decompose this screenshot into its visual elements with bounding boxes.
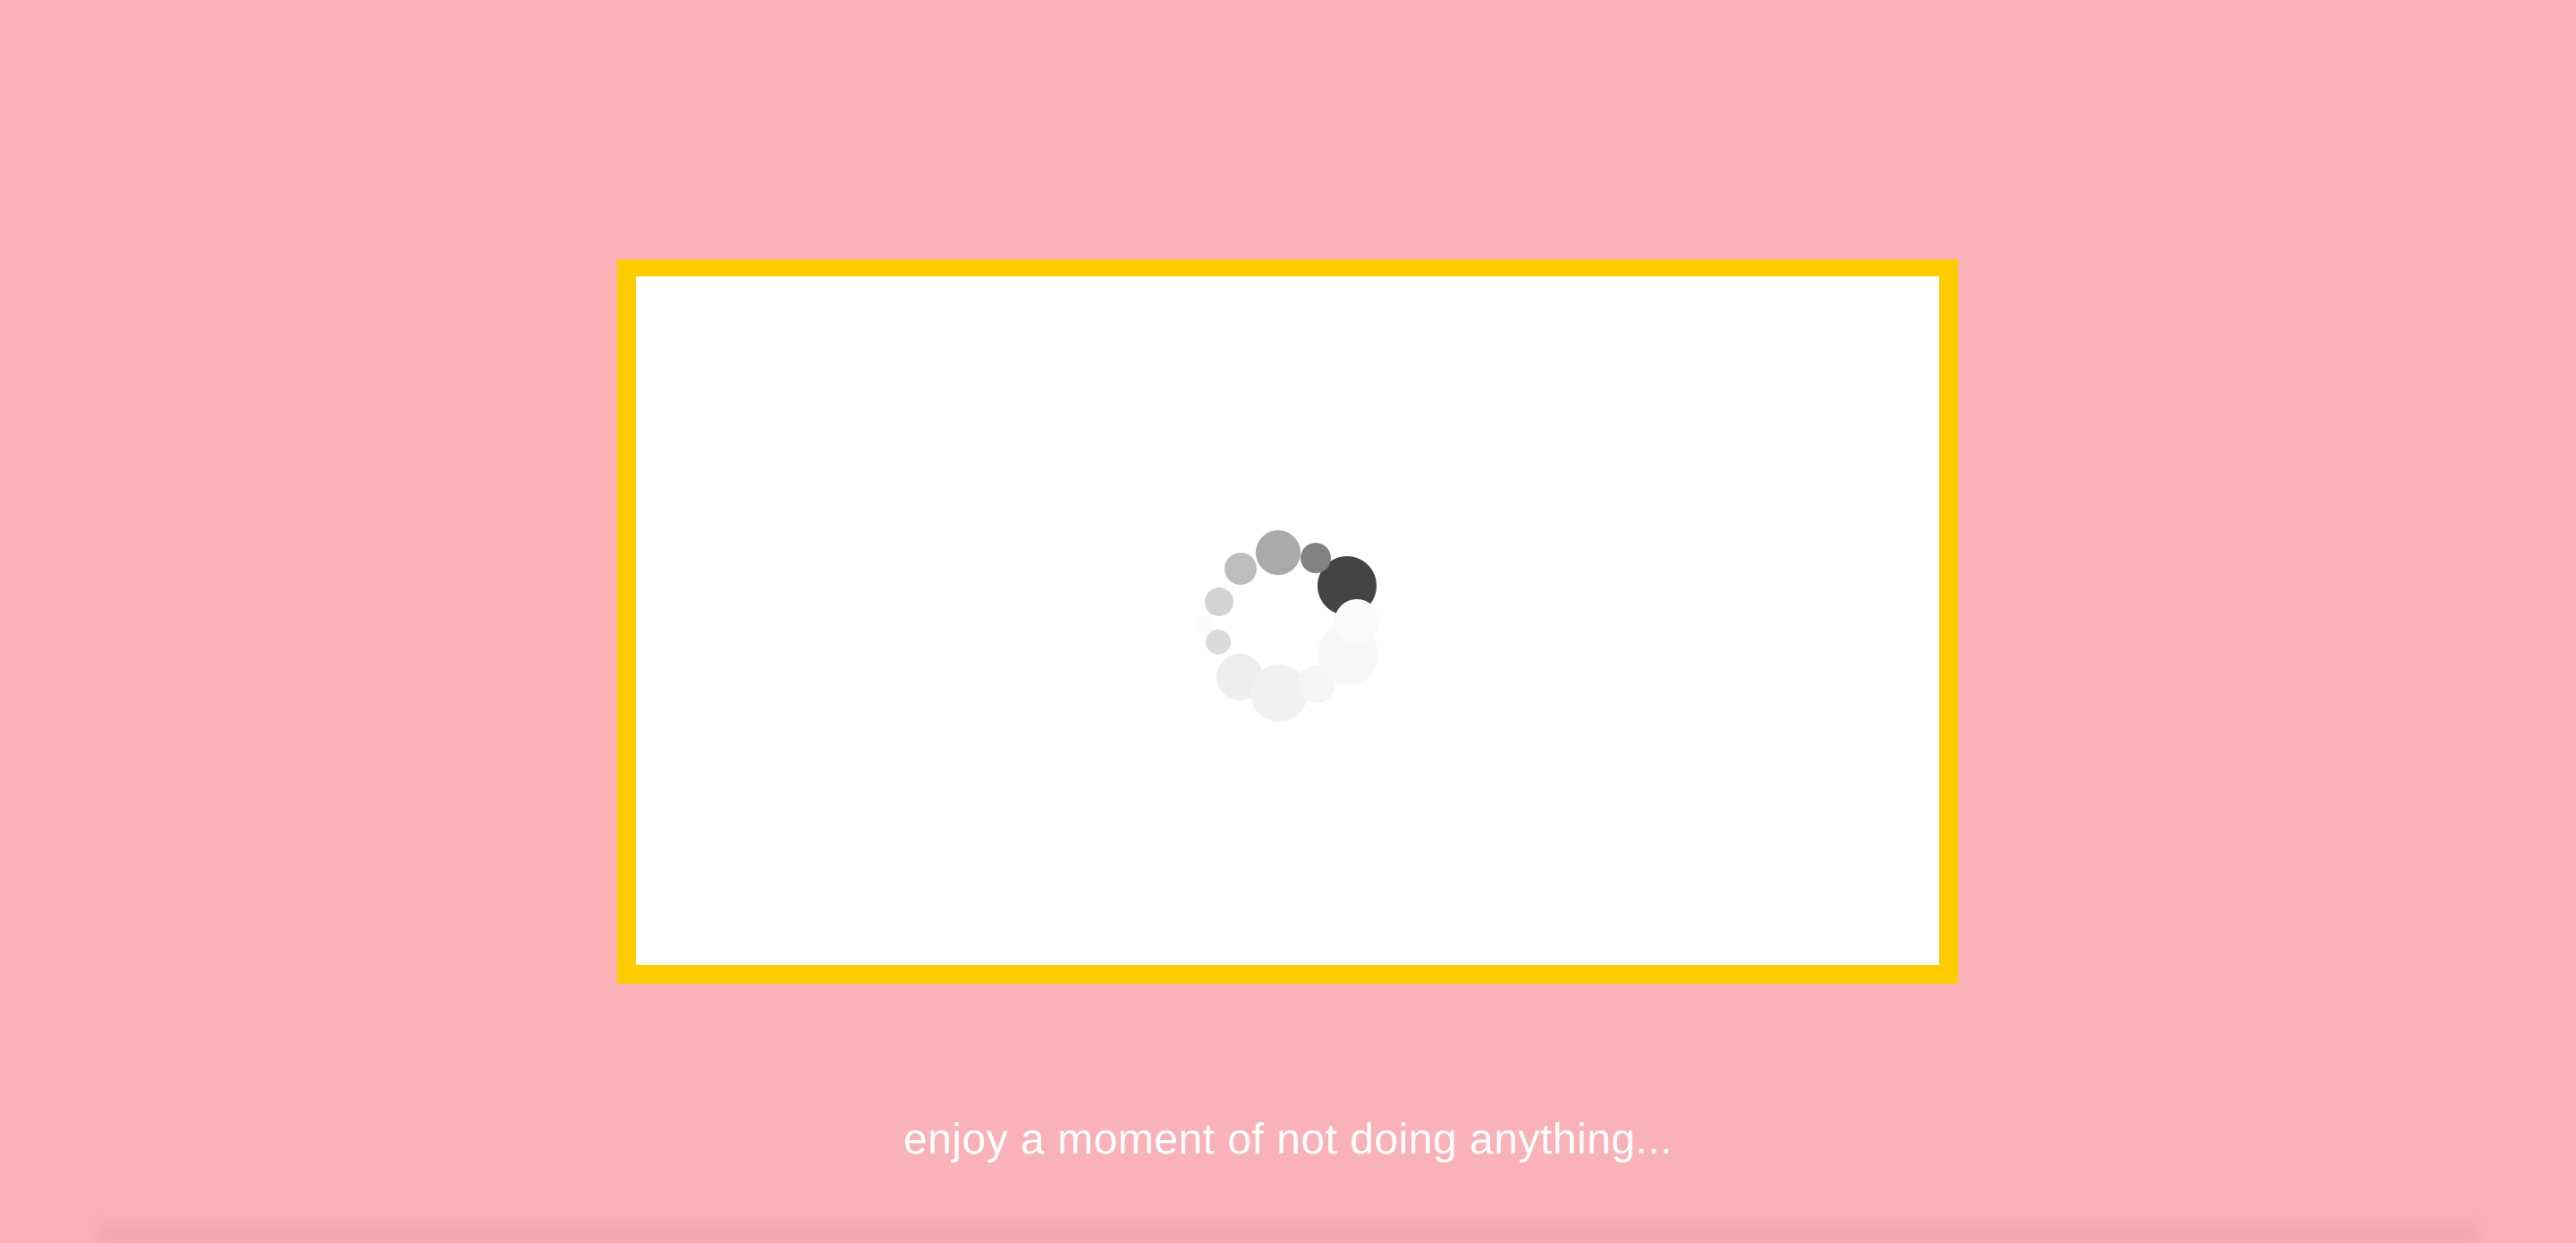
- bottom-shadow: [98, 1216, 2478, 1243]
- loading-spinner-icon: [1195, 528, 1385, 726]
- loading-message: enjoy a moment of not doing anything...: [902, 1116, 1674, 1163]
- spinner-dot-5: [1205, 588, 1233, 616]
- spinner-dot-4: [1224, 553, 1257, 585]
- spinner-dot-9: [1250, 664, 1308, 722]
- spinner-dot-2: [1301, 543, 1331, 573]
- spinner-dot-7: [1195, 617, 1213, 635]
- spinner-dot-3: [1256, 530, 1301, 575]
- spinner-dot-12: [1335, 599, 1379, 644]
- spinner-dot-6: [1206, 630, 1231, 655]
